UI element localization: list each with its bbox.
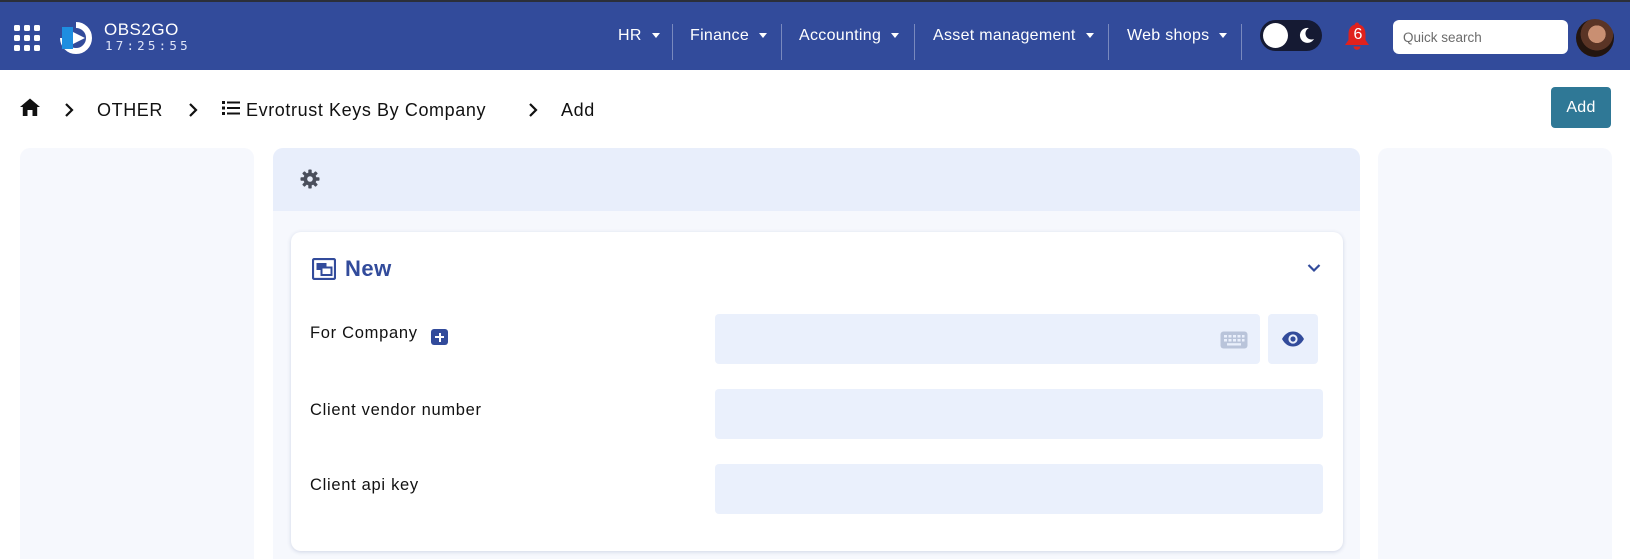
- home-icon[interactable]: [19, 97, 41, 117]
- caret-down-icon: [759, 32, 768, 38]
- chevron-down-icon[interactable]: [1306, 260, 1322, 276]
- add-button[interactable]: Add: [1551, 87, 1611, 128]
- chevron-right-icon: [189, 103, 198, 117]
- top-navbar: OBS2GO 17:25:55 HR Finance Accounting As…: [0, 0, 1630, 70]
- notification-count: 6: [1353, 26, 1363, 43]
- breadcrumb-other[interactable]: OTHER: [97, 96, 163, 124]
- quick-search-input[interactable]: [1393, 20, 1568, 54]
- theme-toggle[interactable]: [1260, 20, 1322, 51]
- menu-hr-label: HR: [618, 27, 642, 44]
- breadcrumb-evrotrust-keys[interactable]: Evrotrust Keys By Company: [246, 96, 486, 124]
- chevron-right-icon: [65, 103, 74, 117]
- menu-accounting-label: Accounting: [799, 27, 882, 44]
- caret-down-icon: [1219, 32, 1228, 38]
- clock: 17:25:55: [105, 38, 191, 53]
- gear-icon[interactable]: [300, 169, 320, 189]
- caret-down-icon: [651, 32, 660, 38]
- for-company-label: For Company: [310, 324, 418, 342]
- apps-grid-icon[interactable]: [14, 25, 40, 51]
- menu-divider: [1241, 24, 1242, 60]
- menu-accounting[interactable]: Accounting: [799, 2, 900, 70]
- keyboard-icon[interactable]: [1220, 331, 1248, 349]
- menu-divider: [1108, 24, 1109, 60]
- client-vendor-number-label: Client vendor number: [310, 401, 482, 419]
- form-title: New: [345, 256, 392, 281]
- plus-icon[interactable]: [431, 329, 448, 345]
- toggle-knob: [1263, 23, 1288, 48]
- menu-hr[interactable]: HR: [618, 2, 660, 70]
- main-panel-header: [273, 148, 1360, 211]
- left-panel: [20, 148, 254, 559]
- list-icon: [222, 101, 240, 115]
- client-vendor-number-field[interactable]: [715, 389, 1323, 439]
- menu-divider: [672, 24, 673, 60]
- menu-divider: [781, 24, 782, 60]
- client-api-key-field[interactable]: [715, 464, 1323, 514]
- for-company-field[interactable]: [715, 314, 1260, 364]
- client-api-key-label: Client api key: [310, 476, 419, 494]
- logo-icon[interactable]: [58, 22, 94, 54]
- brand-name: OBS2GO: [104, 20, 179, 39]
- menu-finance[interactable]: Finance: [690, 2, 768, 70]
- chevron-right-icon: [529, 103, 538, 117]
- menu-asset-management[interactable]: Asset management: [933, 2, 1094, 70]
- eye-icon: [1282, 331, 1304, 347]
- menu-web-shops[interactable]: Web shops: [1127, 2, 1228, 70]
- caret-down-icon: [1085, 32, 1094, 38]
- moon-icon: [1299, 27, 1314, 43]
- breadcrumb-add: Add: [561, 99, 595, 120]
- menu-asset-management-label: Asset management: [933, 27, 1076, 44]
- right-panel: [1378, 148, 1612, 559]
- view-button[interactable]: [1268, 314, 1318, 364]
- menu-divider: [914, 24, 915, 60]
- menu-web-shops-label: Web shops: [1127, 27, 1210, 44]
- menu-finance-label: Finance: [690, 27, 750, 44]
- avatar[interactable]: [1576, 19, 1614, 57]
- form-window-icon: [312, 258, 336, 280]
- caret-down-icon: [891, 32, 900, 38]
